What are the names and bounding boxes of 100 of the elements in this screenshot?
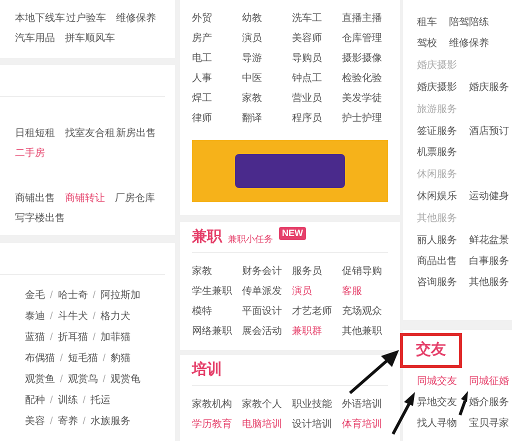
category-link[interactable]: 休闲娱乐: [417, 189, 457, 204]
category-link[interactable]: 汽车用品: [15, 30, 65, 46]
category-link[interactable]: 焊工: [192, 88, 242, 108]
category-link[interactable]: 体育培训: [342, 414, 392, 434]
category-link[interactable]: 设计培训: [292, 414, 342, 434]
category-link[interactable]: 商铺出售: [15, 190, 65, 206]
category-link[interactable]: 丽人服务: [417, 233, 457, 248]
category-link[interactable]: 美容师: [292, 28, 342, 48]
category-link[interactable]: 日租短租: [15, 126, 65, 140]
category-link[interactable]: 房产: [192, 28, 242, 48]
category-link[interactable]: 家教个人: [242, 394, 292, 414]
category-link[interactable]: 新房出售: [116, 126, 166, 140]
category-link[interactable]: 寄养: [58, 414, 78, 429]
category-link[interactable]: 观赏龟: [110, 372, 141, 387]
category-link[interactable]: 外贸: [192, 8, 242, 28]
category-link[interactable]: 维修保养: [116, 10, 166, 26]
category-link[interactable]: 加菲猫: [100, 330, 131, 345]
category-link[interactable]: 演员: [242, 28, 292, 48]
category-link[interactable]: 模特: [192, 301, 242, 321]
category-link[interactable]: 营业员: [292, 88, 342, 108]
category-link[interactable]: 中医: [242, 68, 292, 88]
category-link[interactable]: 运动健身: [469, 189, 509, 204]
category-link[interactable]: 训练: [58, 393, 78, 408]
category-link[interactable]: 检验化验: [342, 68, 392, 88]
category-link[interactable]: 学历教育: [192, 414, 242, 434]
category-link[interactable]: 托运: [90, 393, 111, 408]
category-link[interactable]: 白事服务: [469, 254, 509, 269]
category-link[interactable]: 职业技能: [292, 394, 342, 414]
category-link[interactable]: 阿拉斯加: [100, 288, 141, 303]
category-link[interactable]: 观赏鸟: [68, 372, 98, 387]
category-link[interactable]: 美发学徒: [342, 88, 392, 108]
category-link[interactable]: 平面设计: [242, 301, 292, 321]
category-link[interactable]: 配种: [25, 393, 45, 408]
category-link[interactable]: 演员: [292, 281, 342, 301]
category-link[interactable]: 折耳猫: [58, 330, 88, 345]
category-link[interactable]: 仓库管理: [342, 28, 392, 48]
category-link[interactable]: 泰迪: [25, 309, 45, 324]
category-link[interactable]: 服务员: [292, 261, 342, 281]
category-link[interactable]: 护士护理: [342, 108, 392, 128]
category-link[interactable]: 才艺老师: [292, 301, 342, 321]
category-link[interactable]: 展会活动: [242, 321, 292, 341]
category-link[interactable]: 机票服务: [417, 145, 457, 160]
category-link[interactable]: 婚庆摄影: [417, 80, 457, 95]
category-link[interactable]: 豹猫: [110, 351, 131, 366]
category-link[interactable]: 宝贝寻家: [469, 416, 509, 431]
category-link[interactable]: 充场观众: [342, 301, 392, 321]
category-link[interactable]: 布偶猫: [25, 351, 55, 366]
category-link[interactable]: 洗车工: [292, 8, 342, 28]
promo-banner-image[interactable]: [192, 140, 388, 202]
category-link[interactable]: 翻译: [242, 108, 292, 128]
category-link[interactable]: 兼职群: [292, 321, 342, 341]
category-link[interactable]: 美容: [25, 414, 45, 429]
category-link[interactable]: 幼教: [242, 8, 292, 28]
category-link[interactable]: 婚庆服务: [469, 80, 509, 95]
category-link[interactable]: 商品出售: [417, 254, 457, 269]
category-link[interactable]: 二手房: [15, 146, 65, 160]
category-link[interactable]: 驾校: [417, 36, 437, 51]
category-link[interactable]: 租车: [417, 15, 437, 30]
category-link[interactable]: 外语培训: [342, 394, 392, 414]
category-link[interactable]: 婚介服务: [469, 395, 509, 410]
category-link[interactable]: 陪驾陪练: [449, 15, 489, 30]
category-link[interactable]: 同城征婚: [469, 374, 509, 389]
category-link[interactable]: 电工: [192, 48, 242, 68]
category-link[interactable]: 维修保养: [449, 36, 489, 51]
category-link[interactable]: 财务会计: [242, 261, 292, 281]
category-link[interactable]: 其他兼职: [342, 321, 392, 341]
category-link[interactable]: 商铺转让: [65, 190, 115, 206]
category-link[interactable]: 过户验车: [66, 10, 116, 26]
category-link[interactable]: 摄影摄像: [342, 48, 392, 68]
category-link[interactable]: 传单派发: [242, 281, 292, 301]
subtitle-link[interactable]: 兼职小任务: [228, 232, 273, 248]
category-link[interactable]: 家教: [192, 261, 242, 281]
category-link[interactable]: 斗牛犬: [58, 309, 88, 324]
category-link[interactable]: 学生兼职: [192, 281, 242, 301]
category-link[interactable]: 电脑培训: [242, 414, 292, 434]
category-link[interactable]: 导游: [242, 48, 292, 68]
category-link[interactable]: 人事: [192, 68, 242, 88]
category-link[interactable]: 写字楼出售: [15, 210, 66, 226]
category-link[interactable]: 拼车顺风车: [65, 30, 116, 46]
category-link[interactable]: 钟点工: [292, 68, 342, 88]
category-link[interactable]: 观赏鱼: [25, 372, 55, 387]
category-link[interactable]: 格力犬: [100, 309, 131, 324]
category-link[interactable]: 律师: [192, 108, 242, 128]
category-link[interactable]: 厂房仓库: [115, 190, 165, 206]
category-link[interactable]: 家教: [242, 88, 292, 108]
category-link[interactable]: 导购员: [292, 48, 342, 68]
category-link[interactable]: 签证服务: [417, 124, 457, 139]
category-link[interactable]: 咨询服务: [417, 275, 457, 290]
category-link[interactable]: 金毛: [25, 288, 45, 303]
category-link[interactable]: 程序员: [292, 108, 342, 128]
category-link[interactable]: 找人寻物: [417, 416, 457, 431]
category-link[interactable]: 水族服务: [90, 414, 131, 429]
category-link[interactable]: 促销导购: [342, 261, 392, 281]
category-link[interactable]: 哈士奇: [58, 288, 88, 303]
category-link[interactable]: 蓝猫: [25, 330, 45, 345]
category-link[interactable]: 网络兼职: [192, 321, 242, 341]
category-link[interactable]: 客服: [342, 281, 392, 301]
category-link[interactable]: 鲜花盆景: [469, 233, 509, 248]
category-link[interactable]: 找室友合租: [65, 126, 116, 140]
category-link[interactable]: 家教机构: [192, 394, 242, 414]
